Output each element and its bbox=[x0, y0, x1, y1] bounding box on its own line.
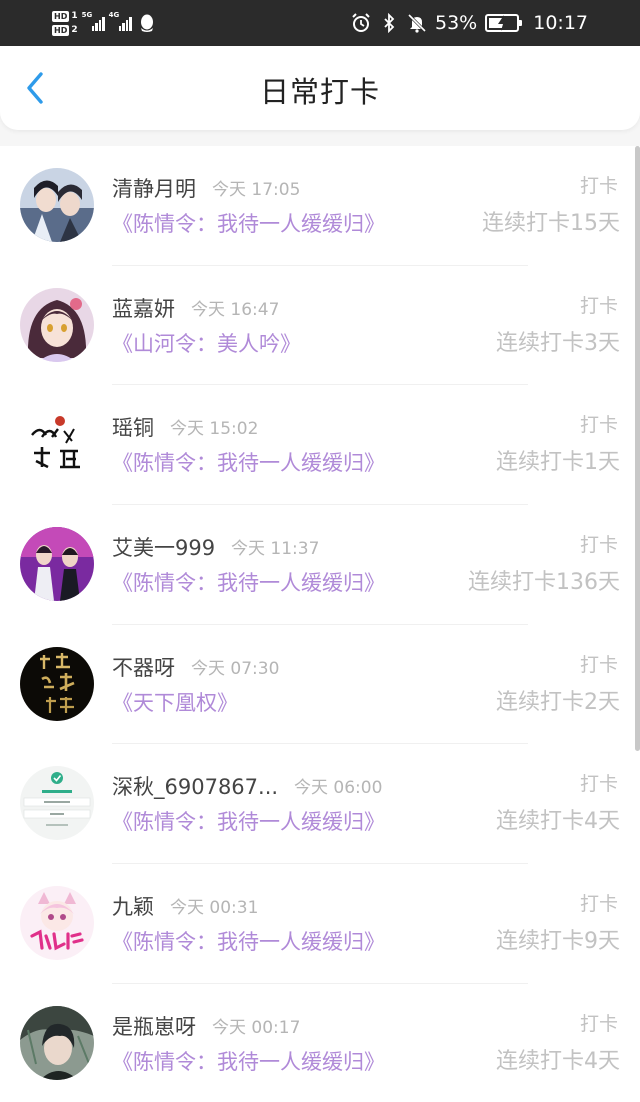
battery-percentage: 53% bbox=[435, 12, 478, 34]
timestamp: 今天 06:00 bbox=[294, 778, 383, 799]
timestamp: 今天 00:17 bbox=[212, 1017, 301, 1038]
status-right: 53% 10:17 bbox=[351, 0, 588, 46]
book-link[interactable]: 《陈情令：我待一人缓缓归》 bbox=[112, 449, 385, 477]
battery-charging-icon bbox=[485, 14, 523, 32]
avatar[interactable] bbox=[20, 766, 94, 841]
avatar[interactable] bbox=[20, 168, 94, 242]
status-left: HD 1 HD 2 5G 4G bbox=[52, 6, 156, 40]
username[interactable]: 清静月明 bbox=[112, 176, 196, 202]
streak-count: 连续打卡4天 bbox=[496, 809, 620, 835]
list-item[interactable]: 蓝嘉妍 今天 16:47 《山河令：美人吟》 打卡 连续打卡3天 bbox=[0, 266, 640, 386]
checkin-label: 打卡 bbox=[579, 414, 618, 437]
avatar-image bbox=[20, 168, 94, 242]
avatar-image bbox=[20, 407, 94, 482]
hd-badge: HD bbox=[52, 24, 70, 36]
qq-icon bbox=[140, 14, 153, 32]
hd-indicators: HD 1 HD 2 bbox=[52, 10, 78, 36]
book-link[interactable]: 《山河令：美人吟》 bbox=[112, 330, 301, 358]
streak-count: 连续打卡9天 bbox=[496, 929, 620, 955]
checkin-label: 打卡 bbox=[579, 893, 618, 916]
timestamp: 今天 16:47 bbox=[191, 299, 280, 320]
timestamp: 今天 07:30 bbox=[191, 658, 280, 679]
avatar-image bbox=[20, 646, 94, 721]
list-item[interactable]: 九颖 今天 00:31 《陈情令：我待一人缓缓归》 打卡 连续打卡9天 bbox=[0, 864, 640, 984]
username[interactable]: 蓝嘉妍 bbox=[112, 296, 175, 322]
streak-count: 连续打卡1天 bbox=[496, 450, 620, 476]
avatar-image bbox=[20, 886, 94, 961]
mute-bell-icon bbox=[407, 13, 427, 33]
list-item[interactable]: 艾美一999 今天 11:37 《陈情令：我待一人缓缓归》 打卡 连续打卡136… bbox=[0, 505, 640, 625]
avatar[interactable] bbox=[20, 1005, 94, 1080]
streak-count: 连续打卡15天 bbox=[482, 211, 620, 236]
list-item[interactable]: 不器呀 今天 07:30 《天下凰权》 打卡 连续打卡2天 bbox=[0, 625, 640, 745]
list-item[interactable]: 是瓶崽呀 今天 00:17 《陈情令：我待一人缓缓归》 打卡 连续打卡4天 bbox=[0, 984, 640, 1102]
book-link[interactable]: 《天下凰权》 bbox=[112, 689, 238, 717]
list-item[interactable]: 清静月明 今天 17:05 《陈情令：我待一人缓缓归》 打卡 连续打卡15天 bbox=[0, 146, 640, 266]
username[interactable]: 九颖 bbox=[112, 894, 154, 920]
book-link[interactable]: 《陈情令：我待一人缓缓归》 bbox=[112, 808, 385, 836]
checkin-label: 打卡 bbox=[579, 653, 618, 676]
streak-count: 连续打卡136天 bbox=[468, 570, 620, 596]
book-link[interactable]: 《陈情令：我待一人缓缓归》 bbox=[112, 1048, 385, 1076]
list-item[interactable]: 瑶铜 今天 15:02 《陈情令：我待一人缓缓归》 打卡 连续打卡1天 bbox=[0, 385, 640, 506]
avatar-image bbox=[20, 766, 94, 841]
avatar-image bbox=[20, 527, 94, 602]
signal-4g-icon: 4G bbox=[109, 11, 132, 31]
page-title: 日常打卡 bbox=[259, 75, 380, 109]
avatar[interactable] bbox=[20, 527, 94, 602]
checkin-label: 打卡 bbox=[579, 534, 618, 557]
alarm-icon bbox=[352, 13, 370, 32]
book-link[interactable]: 《陈情令：我待一人缓缓归》 bbox=[112, 210, 385, 238]
username[interactable]: 是瓶崽呀 bbox=[112, 1014, 196, 1040]
clock: 10:17 bbox=[533, 12, 588, 34]
app-header: 日常打卡 bbox=[0, 46, 640, 130]
book-link[interactable]: 《陈情令：我待一人缓缓归》 bbox=[112, 569, 385, 597]
checkin-list: 清静月明 今天 17:05 《陈情令：我待一人缓缓归》 打卡 连续打卡15天 蓝… bbox=[0, 146, 640, 1102]
avatar[interactable] bbox=[20, 287, 94, 362]
timestamp: 今天 17:05 bbox=[212, 180, 301, 200]
list-item[interactable]: 深秋_6907867... 今天 06:00 《陈情令：我待一人缓缓归》 打卡 … bbox=[0, 744, 640, 865]
avatar-image bbox=[20, 1005, 94, 1080]
timestamp: 今天 00:31 bbox=[170, 898, 259, 919]
avatar[interactable] bbox=[20, 646, 94, 721]
avatar[interactable] bbox=[20, 407, 94, 482]
checkin-label: 打卡 bbox=[579, 175, 618, 197]
status-bar: HD 1 HD 2 5G 4G 53% 10:17 bbox=[0, 0, 640, 46]
username[interactable]: 艾美一999 bbox=[112, 535, 215, 561]
scrollbar[interactable] bbox=[635, 146, 640, 751]
username[interactable]: 瑶铜 bbox=[112, 415, 154, 441]
username[interactable]: 不器呀 bbox=[112, 655, 175, 681]
timestamp: 今天 15:02 bbox=[170, 419, 259, 440]
username[interactable]: 深秋_6907867... bbox=[112, 774, 278, 800]
checkin-label: 打卡 bbox=[579, 294, 618, 317]
signal-5g-icon: 5G bbox=[82, 11, 105, 31]
book-link[interactable]: 《陈情令：我待一人缓缓归》 bbox=[112, 928, 385, 956]
streak-count: 连续打卡4天 bbox=[496, 1048, 620, 1074]
checkin-label: 打卡 bbox=[579, 1012, 618, 1035]
hd-badge: HD bbox=[52, 10, 70, 22]
avatar[interactable] bbox=[20, 886, 94, 961]
avatar-image bbox=[20, 287, 94, 362]
streak-count: 连续打卡2天 bbox=[496, 689, 620, 715]
streak-count: 连续打卡3天 bbox=[496, 330, 620, 356]
timestamp: 今天 11:37 bbox=[231, 539, 320, 560]
checkin-label: 打卡 bbox=[579, 773, 618, 796]
bluetooth-icon bbox=[384, 13, 395, 33]
